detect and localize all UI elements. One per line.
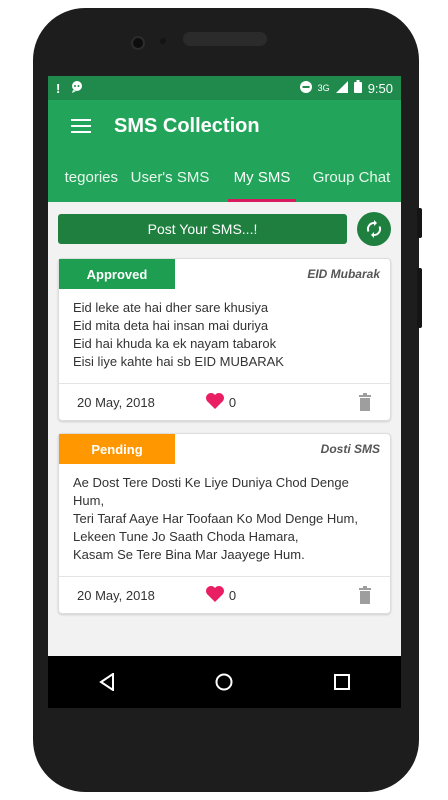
sms-text: Eid leke ate hai dher sare khusiya Eid m… (59, 289, 390, 384)
status-badge: Pending (59, 434, 175, 464)
app-screen: ! 3G 9:50 SMS Collection tegories User's… (48, 76, 401, 708)
sms-category: EID Mubarak (307, 267, 380, 281)
battery-icon (353, 80, 362, 96)
home-icon[interactable] (204, 662, 244, 702)
like-count: 0 (228, 394, 237, 410)
delete-icon[interactable] (358, 393, 372, 411)
clock: 9:50 (367, 80, 393, 96)
content-area: Post Your SMS...! Approved EID Mubarak E… (48, 202, 401, 614)
front-camera (131, 36, 145, 50)
status-badge: Approved (59, 259, 175, 289)
tab-group-chat[interactable]: Group Chat (302, 152, 401, 202)
speaker-grille (183, 32, 267, 46)
sms-date: 20 May, 2018 (77, 394, 155, 410)
chat-bubble-icon (70, 80, 84, 97)
menu-icon[interactable] (48, 118, 114, 134)
power-button (417, 208, 422, 238)
like-button[interactable]: 0 (205, 585, 236, 606)
post-row: Post Your SMS...! (58, 212, 391, 246)
refresh-icon[interactable] (357, 212, 391, 246)
signal-icon (335, 80, 348, 96)
sms-text: Ae Dost Tere Dosti Ke Liye Duniya Chod D… (59, 464, 390, 577)
tab-bar: tegories User's SMS My SMS Group Chat (48, 152, 401, 202)
heart-icon (205, 392, 225, 413)
app-bar: SMS Collection (48, 100, 401, 152)
delete-icon[interactable] (358, 586, 372, 604)
post-sms-button[interactable]: Post Your SMS...! (58, 214, 347, 244)
recents-icon[interactable] (322, 662, 362, 702)
app-title: SMS Collection (114, 114, 260, 137)
tab-categories[interactable]: tegories (48, 152, 118, 202)
like-count: 0 (228, 587, 237, 603)
sms-category: Dosti SMS (320, 442, 380, 456)
status-bar: ! 3G 9:50 (48, 76, 401, 100)
volume-button (417, 268, 422, 328)
navigation-bar (48, 656, 401, 708)
sms-card: Approved EID Mubarak Eid leke ate hai dh… (58, 258, 391, 421)
back-icon[interactable] (87, 662, 127, 702)
dnd-icon (299, 80, 312, 96)
alert-icon: ! (56, 80, 61, 96)
sms-card: Pending Dosti SMS Ae Dost Tere Dosti Ke … (58, 433, 391, 614)
proximity-sensor (160, 38, 166, 44)
tab-my-sms[interactable]: My SMS (222, 152, 302, 202)
tab-users-sms[interactable]: User's SMS (118, 152, 222, 202)
like-button[interactable]: 0 (205, 392, 236, 413)
network-type: 3G (317, 83, 330, 93)
sms-date: 20 May, 2018 (77, 587, 155, 603)
heart-icon (205, 585, 225, 606)
